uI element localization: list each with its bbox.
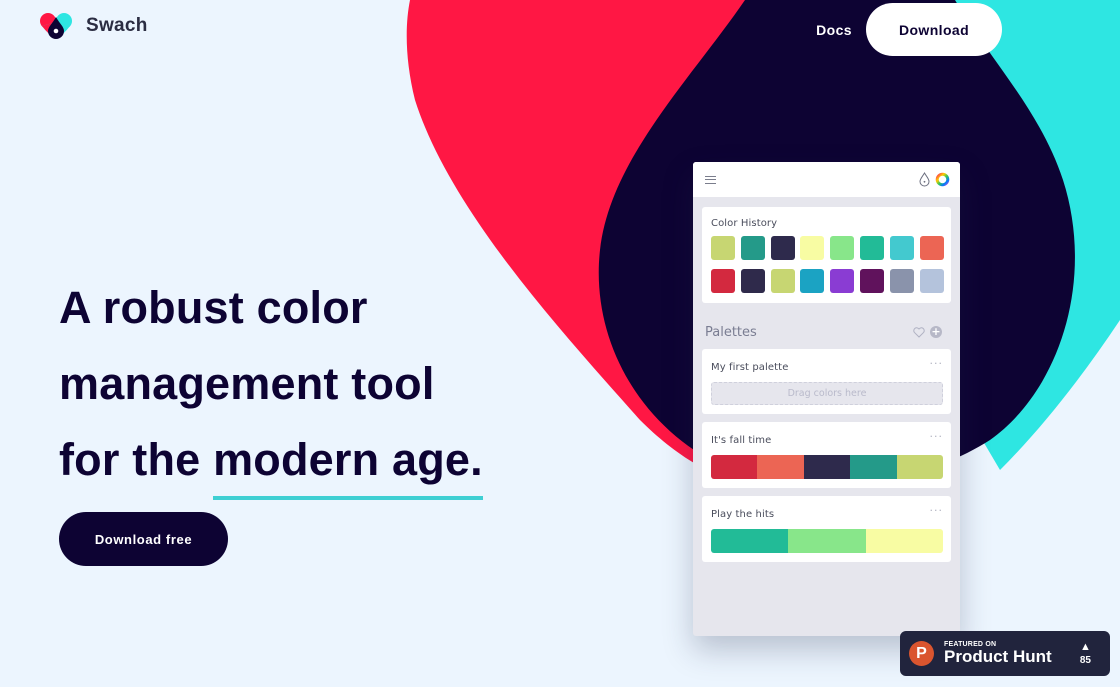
hero-line-1: A robust color bbox=[59, 282, 368, 333]
palette-color[interactable] bbox=[865, 529, 943, 553]
color-swatch[interactable] bbox=[830, 236, 855, 260]
logo[interactable]: Swach bbox=[38, 12, 148, 40]
palette-card[interactable]: My first palette ··· Drag colors here bbox=[702, 349, 951, 414]
color-wheel-icon[interactable] bbox=[935, 172, 950, 187]
hamburger-icon[interactable] bbox=[705, 175, 716, 184]
color-history-grid bbox=[711, 236, 944, 293]
palettes-header: Palettes + bbox=[693, 323, 960, 341]
upvotes: ▲ 85 bbox=[1080, 641, 1091, 666]
palette-color[interactable] bbox=[896, 455, 943, 479]
product-hunt-badge[interactable]: P FEATURED ON Product Hunt ▲ 85 bbox=[900, 631, 1110, 676]
product-hunt-name: Product Hunt bbox=[944, 646, 1052, 666]
palette-color[interactable] bbox=[757, 455, 804, 479]
color-swatch[interactable] bbox=[740, 269, 765, 293]
plus-circle-icon[interactable]: + bbox=[930, 326, 942, 338]
hero-highlight: modern age. bbox=[213, 422, 483, 500]
color-swatch[interactable] bbox=[770, 269, 795, 293]
toolbar-icons bbox=[918, 172, 950, 187]
product-hunt-logo-icon: P bbox=[909, 641, 934, 666]
palette-color-strip bbox=[711, 455, 943, 479]
more-options-icon[interactable]: ··· bbox=[930, 505, 944, 516]
color-swatch[interactable] bbox=[919, 236, 944, 260]
palette-card-header: My first palette ··· bbox=[711, 358, 944, 374]
eyedropper-icon[interactable] bbox=[918, 172, 931, 187]
color-swatch[interactable] bbox=[919, 269, 944, 293]
drop-zone[interactable]: Drag colors here bbox=[711, 382, 943, 405]
color-swatch[interactable] bbox=[711, 236, 735, 260]
brand-name: Swach bbox=[86, 15, 148, 36]
palette-card[interactable]: Play the hits ··· bbox=[702, 496, 951, 562]
color-swatch[interactable] bbox=[770, 236, 795, 260]
palette-color-strip bbox=[711, 529, 943, 553]
color-swatch[interactable] bbox=[800, 236, 825, 260]
heart-icon[interactable] bbox=[913, 326, 925, 338]
upvote-count: 85 bbox=[1079, 655, 1091, 666]
hero-line-3: for the modern age. bbox=[59, 422, 483, 500]
color-swatch[interactable] bbox=[889, 269, 914, 293]
color-swatch[interactable] bbox=[800, 269, 825, 293]
palette-card[interactable]: It's fall time ··· bbox=[702, 422, 951, 488]
palette-color[interactable] bbox=[711, 529, 789, 553]
palette-name[interactable]: My first palette bbox=[711, 362, 788, 373]
app-window: Color History Palettes + My first palett… bbox=[693, 162, 960, 636]
palette-color[interactable] bbox=[850, 455, 897, 479]
color-swatch[interactable] bbox=[711, 269, 735, 293]
color-swatch[interactable] bbox=[740, 236, 765, 260]
top-nav: Docs Download bbox=[816, 3, 1002, 56]
color-history-title: Color History bbox=[711, 218, 778, 229]
color-swatch[interactable] bbox=[830, 269, 855, 293]
docs-link[interactable]: Docs bbox=[816, 22, 852, 38]
palettes-actions: + bbox=[913, 326, 942, 338]
palette-card-header: It's fall time ··· bbox=[711, 431, 944, 447]
palettes-title: Palettes bbox=[705, 324, 757, 340]
app-toolbar bbox=[693, 162, 960, 197]
upvote-arrow-icon: ▲ bbox=[1079, 641, 1091, 653]
hero-line-2: management tool bbox=[59, 358, 435, 409]
palette-list: My first palette ··· Drag colors here It's … bbox=[693, 349, 960, 562]
download-free-button[interactable]: Download free bbox=[59, 512, 228, 566]
more-options-icon[interactable]: ··· bbox=[930, 431, 944, 442]
color-swatch[interactable] bbox=[859, 269, 884, 293]
palette-color[interactable] bbox=[788, 529, 866, 553]
color-swatch[interactable] bbox=[859, 236, 884, 260]
product-hunt-text: FEATURED ON Product Hunt bbox=[944, 641, 1052, 667]
color-history-card: Color History bbox=[702, 207, 951, 303]
palette-color[interactable] bbox=[711, 455, 758, 479]
color-swatch[interactable] bbox=[889, 236, 914, 260]
swach-logo-icon bbox=[40, 13, 72, 39]
palette-card-header: Play the hits ··· bbox=[711, 505, 944, 521]
download-button[interactable]: Download bbox=[866, 3, 1002, 56]
palette-name[interactable]: It's fall time bbox=[711, 435, 771, 446]
more-options-icon[interactable]: ··· bbox=[930, 358, 944, 369]
palette-color[interactable] bbox=[803, 455, 851, 479]
hero-line-3-prefix: for the bbox=[59, 434, 214, 485]
palette-name[interactable]: Play the hits bbox=[711, 509, 774, 520]
hero-heading: A robust color management tool for the m… bbox=[59, 270, 483, 500]
